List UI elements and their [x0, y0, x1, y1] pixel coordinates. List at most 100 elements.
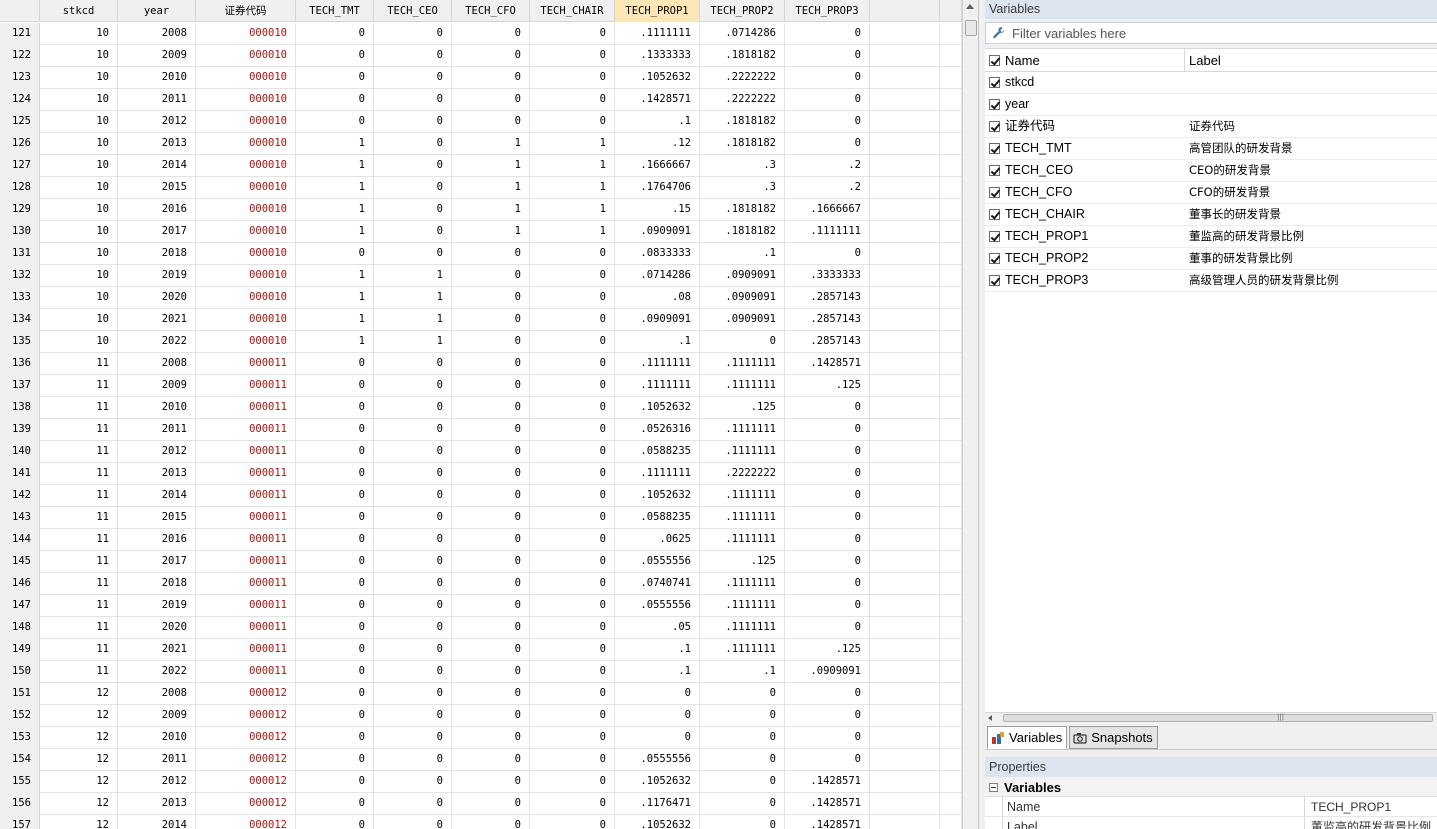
table-cell[interactable]: 12: [40, 749, 118, 771]
empty-cell[interactable]: [870, 727, 940, 749]
table-cell[interactable]: .1111111: [700, 419, 785, 441]
table-cell[interactable]: 0: [785, 419, 870, 441]
table-cell[interactable]: .125: [700, 551, 785, 573]
table-cell[interactable]: 0: [452, 441, 530, 463]
table-cell[interactable]: 0: [785, 705, 870, 727]
empty-cell[interactable]: [870, 111, 940, 133]
empty-cell[interactable]: [940, 463, 962, 485]
column-header[interactable]: TECH_TMT: [296, 0, 374, 22]
table-cell[interactable]: 0: [785, 23, 870, 45]
table-cell[interactable]: 11: [40, 463, 118, 485]
table-row[interactable]: 157 12 2014 000012 0 0 0 0.1052632 0.1428571: [0, 815, 962, 829]
properties-group-variables[interactable]: Variables: [985, 778, 1437, 797]
column-header[interactable]: 证券代码: [196, 0, 296, 22]
table-cell[interactable]: .125: [785, 639, 870, 661]
property-value-name[interactable]: TECH_PROP1: [1305, 797, 1391, 816]
table-cell[interactable]: .1111111: [615, 375, 700, 397]
table-cell[interactable]: 0: [374, 749, 452, 771]
table-cell[interactable]: 0: [452, 727, 530, 749]
empty-cell[interactable]: [870, 507, 940, 529]
table-cell[interactable]: 11: [40, 551, 118, 573]
table-row[interactable]: 127 10 2014 000010 1 0 1 1.1666667.3.2: [0, 155, 962, 177]
empty-cell[interactable]: [870, 793, 940, 815]
empty-cell[interactable]: [940, 177, 962, 199]
table-cell[interactable]: 0: [452, 507, 530, 529]
table-cell[interactable]: 11: [40, 529, 118, 551]
table-cell[interactable]: 000010: [196, 221, 296, 243]
table-cell[interactable]: 0: [296, 595, 374, 617]
table-cell[interactable]: 11: [40, 661, 118, 683]
table-cell[interactable]: .0526316: [615, 419, 700, 441]
empty-cell[interactable]: [940, 771, 962, 793]
table-cell[interactable]: 0: [452, 67, 530, 89]
table-cell[interactable]: 0: [700, 727, 785, 749]
table-cell[interactable]: 0: [296, 617, 374, 639]
table-cell[interactable]: 0: [374, 595, 452, 617]
table-cell[interactable]: 0: [785, 243, 870, 265]
table-cell[interactable]: .0740741: [615, 573, 700, 595]
table-cell[interactable]: .1818182: [700, 133, 785, 155]
table-cell[interactable]: 0: [452, 463, 530, 485]
table-cell[interactable]: 0: [700, 749, 785, 771]
empty-cell[interactable]: [940, 45, 962, 67]
table-cell[interactable]: 0: [296, 749, 374, 771]
empty-cell[interactable]: [870, 331, 940, 353]
table-cell[interactable]: 000010: [196, 309, 296, 331]
table-row[interactable]: 152 12 2009 000012 0 0 0 0 0 0 0: [0, 705, 962, 727]
table-cell[interactable]: 0: [530, 111, 615, 133]
table-cell[interactable]: 1: [374, 331, 452, 353]
variable-name-cell[interactable]: TECH_PROP2: [985, 248, 1185, 269]
table-cell[interactable]: 0: [530, 243, 615, 265]
empty-cell[interactable]: [870, 287, 940, 309]
table-cell[interactable]: .0714286: [615, 265, 700, 287]
empty-cell[interactable]: [940, 705, 962, 727]
table-row[interactable]: 140 11 2012 000011 0 0 0 0.0588235.1111111 0: [0, 441, 962, 463]
empty-cell[interactable]: [870, 595, 940, 617]
empty-cell[interactable]: [870, 529, 940, 551]
horizontal-scrollbar[interactable]: |||: [985, 712, 1437, 723]
table-cell[interactable]: .0588235: [615, 507, 700, 529]
filter-box[interactable]: [985, 22, 1437, 44]
table-cell[interactable]: .0714286: [700, 23, 785, 45]
table-cell[interactable]: 0: [530, 507, 615, 529]
data-grid[interactable]: stkcd year 证券代码 TECH_TMT TECH_CEO TECH_CFO TEC…: [0, 0, 962, 829]
table-cell[interactable]: 0: [296, 45, 374, 67]
table-cell[interactable]: .1176471: [615, 793, 700, 815]
table-cell[interactable]: 0: [296, 441, 374, 463]
table-cell[interactable]: 000010: [196, 265, 296, 287]
table-cell[interactable]: 0: [296, 815, 374, 829]
table-cell[interactable]: 0: [296, 419, 374, 441]
table-cell[interactable]: 0: [530, 463, 615, 485]
table-cell[interactable]: 0: [374, 485, 452, 507]
table-cell[interactable]: .2857143: [785, 287, 870, 309]
table-cell[interactable]: 2008: [118, 353, 196, 375]
variable-row[interactable]: TECH_TMT 高管团队的研发背景: [985, 138, 1437, 160]
table-cell[interactable]: .1333333: [615, 45, 700, 67]
table-cell[interactable]: 0: [700, 683, 785, 705]
empty-cell[interactable]: [940, 287, 962, 309]
table-cell[interactable]: 0: [785, 507, 870, 529]
table-cell[interactable]: 12: [40, 815, 118, 829]
table-cell[interactable]: 000011: [196, 375, 296, 397]
column-header[interactable]: year: [118, 0, 196, 22]
empty-cell[interactable]: [870, 243, 940, 265]
table-cell[interactable]: 0: [296, 639, 374, 661]
table-cell[interactable]: 10: [40, 265, 118, 287]
variable-checkbox[interactable]: [989, 231, 1000, 242]
table-cell[interactable]: 0: [452, 309, 530, 331]
table-cell[interactable]: 0: [785, 89, 870, 111]
column-header[interactable]: TECH_PROP2: [700, 0, 785, 22]
variable-checkbox[interactable]: [989, 143, 1000, 154]
empty-cell[interactable]: [940, 23, 962, 45]
table-cell[interactable]: .1428571: [785, 815, 870, 829]
table-cell[interactable]: 10: [40, 331, 118, 353]
table-cell[interactable]: 0: [374, 507, 452, 529]
table-cell[interactable]: 0: [374, 67, 452, 89]
table-cell[interactable]: 0: [530, 287, 615, 309]
table-cell[interactable]: 0: [785, 133, 870, 155]
empty-cell[interactable]: [940, 749, 962, 771]
table-cell[interactable]: 0: [785, 617, 870, 639]
empty-cell[interactable]: [940, 793, 962, 815]
table-cell[interactable]: 0: [700, 771, 785, 793]
property-value-label[interactable]: 董监高的研发背景比例: [1305, 817, 1431, 829]
